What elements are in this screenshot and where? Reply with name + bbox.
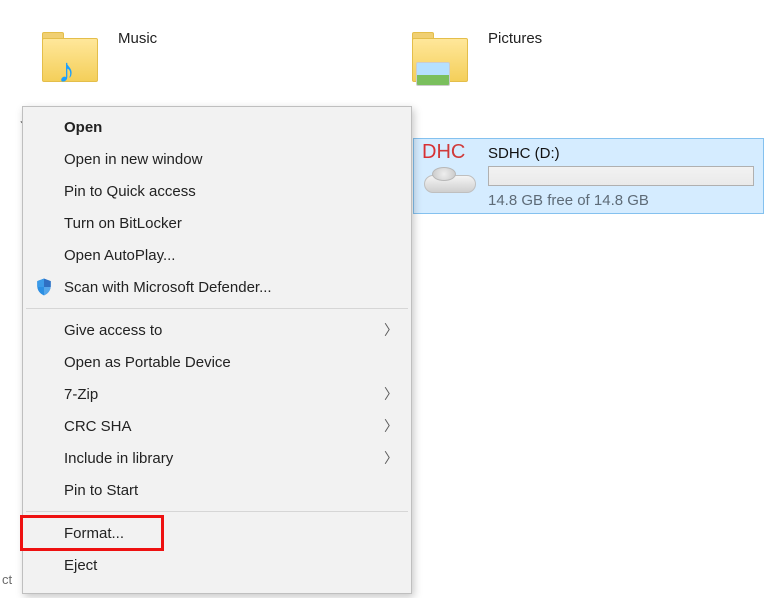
ctx-item-crc-sha[interactable]: CRC SHA〉	[24, 410, 410, 442]
folder-icon-music: ♪	[40, 24, 112, 96]
shield-icon	[34, 277, 64, 297]
submenu-arrow-icon: 〉	[380, 416, 398, 436]
ctx-item-scan-defender[interactable]: Scan with Microsoft Defender...	[24, 271, 410, 303]
ctx-item-eject[interactable]: Eject	[24, 549, 410, 581]
picture-thumb-icon	[416, 62, 450, 86]
folder-item-pictures[interactable]: Pictures	[410, 24, 542, 96]
submenu-arrow-icon: 〉	[380, 448, 398, 468]
ctx-separator	[26, 308, 408, 309]
context-menu: Open Open in new window Pin to Quick acc…	[22, 106, 412, 594]
ctx-label: 7-Zip	[64, 386, 380, 403]
music-note-icon: ♪	[58, 52, 75, 91]
submenu-arrow-icon: 〉	[380, 320, 398, 340]
sd-letter: D	[422, 141, 436, 163]
ctx-label: Pin to Start	[64, 482, 380, 499]
folder-icon-pictures	[410, 24, 482, 96]
page-fragment-text: ct	[2, 572, 12, 587]
ctx-label: Open as Portable Device	[64, 354, 380, 371]
ctx-label: Give access to	[64, 322, 380, 339]
ctx-label: Open in new window	[64, 151, 380, 168]
drive-title: SDHC (D:)	[488, 145, 755, 162]
drive-info: SDHC (D:) 14.8 GB free of 14.8 GB	[488, 145, 755, 207]
drive-item-sdhc[interactable]: DHC SDHC (D:) 14.8 GB free of 14.8 GB	[413, 138, 764, 214]
drive-free-text: 14.8 GB free of 14.8 GB	[488, 192, 755, 209]
ctx-label: Pin to Quick access	[64, 183, 380, 200]
ctx-label: Format...	[64, 525, 380, 542]
folder-label: Music	[118, 30, 157, 47]
ctx-item-format[interactable]: Format...	[24, 517, 410, 549]
drive-capacity-bar	[488, 166, 754, 186]
ctx-label: CRC SHA	[64, 418, 380, 435]
ctx-separator	[26, 511, 408, 512]
ctx-label: Open AutoPlay...	[64, 247, 380, 264]
ctx-item-autoplay[interactable]: Open AutoPlay...	[24, 239, 410, 271]
hc-letters: HC	[436, 141, 465, 163]
ctx-item-open[interactable]: Open	[24, 111, 410, 143]
ctx-label: Include in library	[64, 450, 380, 467]
folder-item-music[interactable]: ♪ Music	[40, 24, 157, 96]
ctx-label: Open	[64, 119, 380, 136]
ctx-item-include-library[interactable]: Include in library〉	[24, 442, 410, 474]
drive-icon: DHC	[422, 145, 480, 205]
ctx-item-open-new-window[interactable]: Open in new window	[24, 143, 410, 175]
submenu-arrow-icon: 〉	[380, 384, 398, 404]
ctx-item-open-portable[interactable]: Open as Portable Device	[24, 346, 410, 378]
ctx-label: Scan with Microsoft Defender...	[64, 279, 380, 296]
ctx-item-bitlocker[interactable]: Turn on BitLocker	[24, 207, 410, 239]
ctx-item-pin-quick-access[interactable]: Pin to Quick access	[24, 175, 410, 207]
ctx-label: Eject	[64, 557, 380, 574]
ctx-item-pin-start[interactable]: Pin to Start	[24, 474, 410, 506]
ctx-label: Turn on BitLocker	[64, 215, 380, 232]
ctx-item-give-access[interactable]: Give access to〉	[24, 314, 410, 346]
folder-label: Pictures	[488, 30, 542, 47]
ctx-item-7zip[interactable]: 7-Zip〉	[24, 378, 410, 410]
